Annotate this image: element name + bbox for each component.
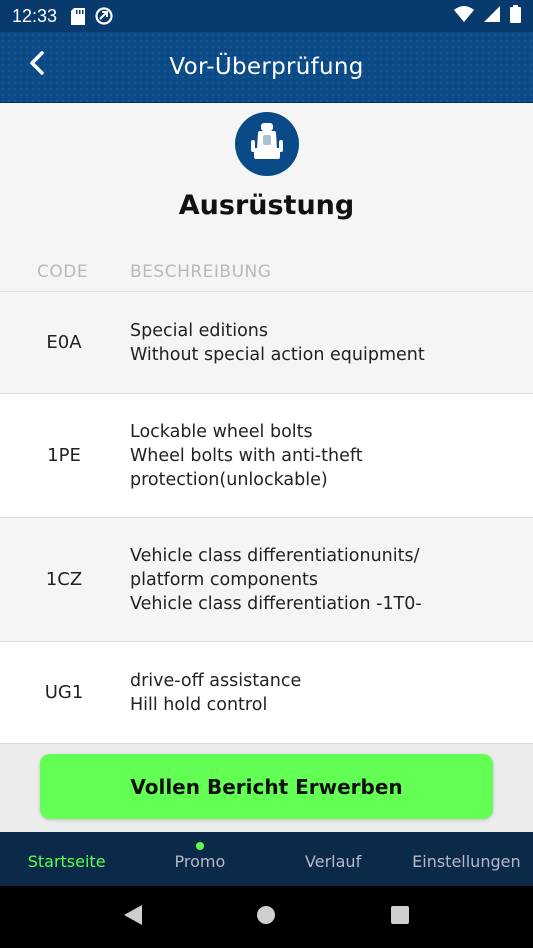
nav-item-startseite[interactable]: Startseite <box>0 832 133 886</box>
row-code: 1CZ <box>45 569 83 590</box>
nav-label: Einstellungen <box>412 851 521 871</box>
nav-item-promo[interactable]: Promo <box>133 832 266 886</box>
table-row[interactable]: E0A Special editions Without special act… <box>0 292 533 394</box>
description-line: Special editions <box>130 320 268 341</box>
table-row[interactable]: UG1 drive-off assistance Hill hold contr… <box>0 642 533 743</box>
row-code: 1PE <box>47 445 81 466</box>
nav-label: Verlauf <box>305 851 362 871</box>
description-line: Vehicle class differentiation -1T0- <box>130 593 422 614</box>
row-code: E0A <box>46 332 82 353</box>
nav-item-verlauf[interactable]: Verlauf <box>267 832 400 886</box>
table-row[interactable]: 1PE Lockable wheel bolts Wheel bolts wit… <box>0 394 533 518</box>
section-header: Ausrüstung <box>0 103 533 253</box>
nav-label: Promo <box>174 851 226 871</box>
nav-label: Startseite <box>27 851 106 871</box>
car-seat-icon <box>250 122 284 166</box>
row-description: Vehicle class differentiationunits/ plat… <box>130 544 533 616</box>
description-line: drive-off assistance <box>130 670 302 691</box>
wifi-icon <box>454 5 474 27</box>
buy-full-report-button[interactable]: Vollen Bericht Erwerben <box>40 754 493 819</box>
system-back-button[interactable] <box>113 897 153 937</box>
row-description: Special editions Without special action … <box>130 319 533 367</box>
table-header: CODE BESCHREIBUNG <box>0 253 533 292</box>
description-line: Without special action equipment <box>130 344 425 365</box>
description-line: protection(unlockable) <box>130 469 328 490</box>
status-time: 12:33 <box>12 5 58 26</box>
description-line: Hill hold control <box>130 694 268 715</box>
column-header-description: BESCHREIBUNG <box>130 262 272 282</box>
back-button[interactable] <box>22 50 52 80</box>
page-title: Vor-Überprüfung <box>169 54 364 80</box>
signal-icon <box>484 5 500 27</box>
row-description: Lockable wheel bolts Wheel bolts with an… <box>130 420 533 492</box>
content-area[interactable]: Ausrüstung CODE BESCHREIBUNG E0A Special… <box>0 103 533 743</box>
description-line: Vehicle class differentiationunits/ <box>130 545 420 566</box>
bottom-nav: Startseite Promo Verlauf Einstellungen <box>0 832 533 886</box>
chevron-left-icon <box>29 51 45 79</box>
circle-home-icon <box>256 905 276 929</box>
column-header-code: CODE <box>37 262 89 282</box>
triangle-back-icon <box>123 904 143 930</box>
description-line: Lockable wheel bolts <box>130 421 313 442</box>
purchase-bar: Vollen Bericht Erwerben <box>0 743 533 832</box>
square-recents-icon <box>391 906 410 928</box>
status-bar: 12:33 <box>0 0 533 32</box>
nav-item-einstellungen[interactable]: Einstellungen <box>400 832 533 886</box>
row-code: UG1 <box>44 682 84 703</box>
sd-card-icon <box>71 7 86 25</box>
section-heading: Ausrüstung <box>178 190 355 221</box>
system-home-button[interactable] <box>246 897 286 937</box>
battery-icon <box>510 4 521 28</box>
vpn-icon <box>95 7 113 25</box>
system-recents-button[interactable] <box>380 897 420 937</box>
app-bar: Vor-Überprüfung <box>0 32 533 103</box>
row-description: drive-off assistance Hill hold control <box>130 669 533 717</box>
description-line: platform components <box>130 569 319 590</box>
table-row[interactable]: 1CZ Vehicle class differentiationunits/ … <box>0 518 533 642</box>
system-nav-bar <box>0 886 533 948</box>
description-line: Wheel bolts with anti-theft <box>130 445 363 466</box>
section-icon-badge <box>234 112 299 176</box>
notification-dot <box>195 842 204 850</box>
